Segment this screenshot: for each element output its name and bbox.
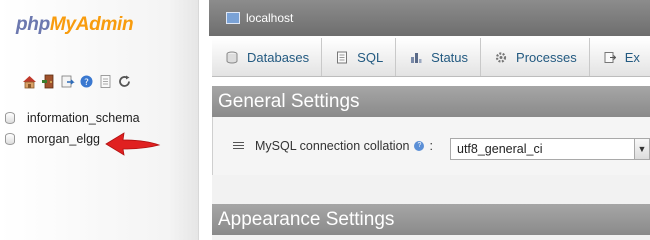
server-breadcrumb: localhost — [209, 0, 650, 36]
chevron-down-icon[interactable]: ▼ — [634, 138, 650, 160]
database-name: morgan_elgg — [27, 131, 100, 146]
top-menu-tabs: Databases SQL Status Processes Ex — [212, 38, 650, 77]
tab-label: Processes — [516, 49, 577, 65]
database-icon — [226, 51, 238, 64]
tab-processes[interactable]: Processes — [481, 38, 590, 76]
list-icon — [233, 141, 244, 151]
settings-content: General Settings MySQL connection collat… — [212, 86, 650, 240]
collation-select[interactable]: utf8_general_ci ▼ — [450, 138, 650, 160]
tab-export[interactable]: Ex — [590, 38, 650, 76]
help-icon[interactable]: ? — [79, 74, 94, 89]
logo-myadmin: MyAdmin — [49, 14, 134, 35]
collation-setting-row: MySQL connection collation ? : — [233, 139, 433, 153]
red-arrow-annotation — [105, 132, 161, 156]
query-window-icon[interactable] — [60, 74, 75, 89]
svg-text:?: ? — [84, 78, 89, 88]
server-label[interactable]: localhost — [246, 11, 293, 25]
exit-icon[interactable] — [41, 74, 56, 89]
tab-status[interactable]: Status — [396, 38, 482, 76]
processes-icon — [495, 51, 507, 64]
general-settings-title: General Settings — [218, 90, 360, 112]
database-list: information_schema morgan_elgg — [0, 107, 198, 149]
server-icon — [226, 12, 240, 24]
home-icon[interactable] — [22, 74, 37, 89]
nav-icon-bar: ? — [22, 72, 132, 90]
main-panel: localhost Databases SQL Status Processes — [209, 0, 650, 240]
export-icon — [604, 51, 616, 64]
reload-icon[interactable] — [117, 74, 132, 89]
phpmyadmin-logo[interactable]: phpMyAdmin — [16, 14, 134, 36]
navigation-panel: phpMyAdmin ? information_schema morgan_e… — [0, 0, 199, 240]
appearance-settings-title: Appearance Settings — [218, 208, 395, 230]
database-item-morgan-elgg[interactable]: morgan_elgg — [0, 128, 198, 149]
logo-php: php — [16, 14, 50, 35]
docs-icon[interactable] — [98, 74, 113, 89]
tab-databases[interactable]: Databases — [212, 38, 323, 76]
database-name: information_schema — [27, 110, 140, 125]
database-icon — [5, 111, 15, 124]
sql-icon — [336, 51, 348, 64]
info-icon[interactable]: ? — [414, 141, 425, 151]
collation-label: MySQL connection collation — [255, 139, 410, 153]
database-item-information-schema[interactable]: information_schema — [0, 107, 198, 128]
collation-value: utf8_general_ci — [457, 142, 543, 156]
tab-label: Status — [431, 49, 469, 65]
general-settings-header: General Settings — [212, 86, 650, 117]
colon-separator: : — [429, 139, 433, 153]
appearance-settings-header: Appearance Settings — [212, 204, 650, 235]
tab-label: Databases — [247, 49, 310, 65]
status-icon — [410, 51, 422, 64]
database-icon — [5, 132, 15, 145]
tab-label: SQL — [357, 49, 384, 65]
tab-label: Ex — [624, 49, 640, 65]
tab-sql[interactable]: SQL — [322, 38, 397, 76]
